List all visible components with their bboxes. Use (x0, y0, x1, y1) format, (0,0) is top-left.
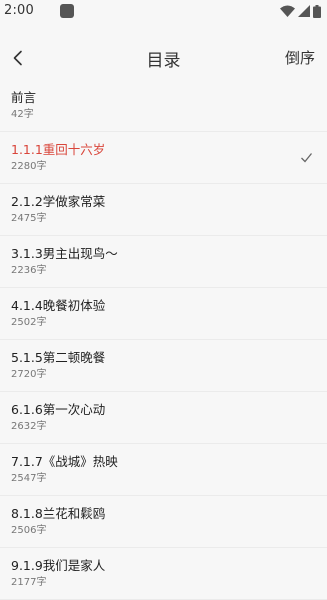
chapter-word-count: 2547字 (11, 473, 47, 484)
status-bar: 2:00 (0, 0, 327, 24)
chapter-title: 9.1.9我们是家人 (11, 558, 106, 573)
chapter-title: 3.1.3男主出现鸟～ (11, 246, 118, 261)
chapter-title: 1.1.1重回十六岁 (11, 142, 106, 157)
reverse-order-button[interactable]: 倒序 (285, 47, 315, 68)
chapter-title: 8.1.8兰花和鬏鸥 (11, 506, 106, 521)
chapter-word-count: 2280字 (11, 161, 47, 172)
chapter-item[interactable]: 8.1.8兰花和鬏鸥 2506字 (0, 496, 327, 548)
page-title: 目录 (146, 51, 181, 71)
chapter-title: 7.1.7《战城》热映 (11, 454, 118, 469)
chapter-title: 5.1.5第二顿晚餐 (11, 350, 106, 365)
chapter-word-count: 2506字 (11, 525, 47, 536)
chapter-title: 4.1.4晚餐初体验 (11, 298, 106, 313)
chapter-word-count: 2236字 (11, 265, 47, 276)
chapter-word-count: 2720字 (11, 369, 47, 380)
chapter-title: 2.1.2学做家常菜 (11, 194, 106, 209)
chapter-word-count: 2502字 (11, 317, 47, 328)
chapter-word-count: 2475字 (11, 213, 47, 224)
wifi-icon (280, 5, 295, 17)
chapter-item[interactable]: 前言 42字 (0, 80, 327, 132)
chapter-item[interactable]: 3.1.3男主出现鸟～ 2236字 (0, 236, 327, 288)
current-chapter-check-icon (301, 153, 313, 163)
chapter-item[interactable]: 5.1.5第二顿晚餐 2720字 (0, 340, 327, 392)
chapter-word-count: 42字 (11, 109, 34, 120)
notification-icon (60, 4, 74, 18)
chapter-item[interactable]: 2.1.2学做家常菜 2475字 (0, 184, 327, 236)
chapter-word-count: 2632字 (11, 421, 47, 432)
chapter-item[interactable]: 7.1.7《战城》热映 2547字 (0, 444, 327, 496)
toolbar: 目录 倒序 (0, 36, 327, 80)
chapter-item[interactable]: 9.1.9我们是家人 2177字 (0, 548, 327, 600)
status-time: 2:00 (4, 3, 34, 18)
chapter-item[interactable]: 4.1.4晚餐初体验 2502字 (0, 288, 327, 340)
chapter-item[interactable]: 1.1.1重回十六岁 2280字 (0, 132, 327, 184)
chapter-item[interactable]: 6.1.6第一次心动 2632字 (0, 392, 327, 444)
status-icons (280, 4, 321, 18)
chapter-title: 前言 (11, 90, 37, 105)
battery-icon (313, 4, 321, 18)
signal-icon (298, 5, 310, 17)
chapter-list: 前言 42字 1.1.1重回十六岁 2280字 2.1.2学做家常菜 2475字 3.1.3… (0, 80, 327, 600)
chapter-title: 6.1.6第一次心动 (11, 402, 106, 417)
